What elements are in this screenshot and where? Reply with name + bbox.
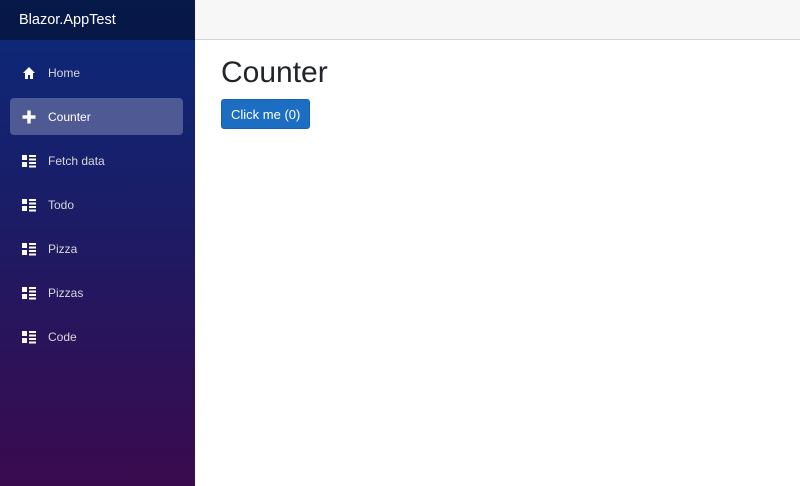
- nav-item-label: Pizzas: [48, 285, 84, 300]
- list-icon: [22, 330, 36, 344]
- brand-bar: Blazor.AppTest: [0, 0, 195, 40]
- list-icon: [22, 198, 36, 212]
- nav-item-pizza[interactable]: Pizza: [10, 230, 183, 267]
- nav-item-todo[interactable]: Todo: [10, 186, 183, 223]
- nav-item-counter[interactable]: Counter: [10, 98, 183, 135]
- nav-item-label: Counter: [48, 109, 91, 124]
- nav-item-label: Pizza: [48, 241, 78, 256]
- page-title: Counter: [221, 56, 328, 89]
- sidebar: Blazor.AppTest Home Counter Fetch data T…: [0, 0, 195, 486]
- nav-item-label: Home: [48, 65, 81, 80]
- top-bar: [195, 0, 800, 40]
- nav-item-pizzas[interactable]: Pizzas: [10, 274, 183, 311]
- nav-item-fetch-data[interactable]: Fetch data: [10, 142, 183, 179]
- nav-item-label: Fetch data: [48, 153, 105, 168]
- click-me-button[interactable]: Click me (0): [221, 99, 311, 129]
- nav-item-label: Todo: [48, 197, 75, 212]
- nav-menu: Home Counter Fetch data Todo Pizza Pizza…: [0, 40, 195, 355]
- nav-item-label: Code: [48, 329, 77, 344]
- main-content: Counter Click me (0): [221, 55, 328, 129]
- app-title[interactable]: Blazor.AppTest: [19, 12, 116, 28]
- home-icon: [22, 66, 36, 80]
- list-icon: [22, 242, 36, 256]
- nav-item-code[interactable]: Code: [10, 318, 183, 355]
- list-icon: [22, 154, 36, 168]
- nav-item-home[interactable]: Home: [10, 54, 183, 91]
- list-icon: [22, 286, 36, 300]
- plus-icon: [22, 110, 36, 124]
